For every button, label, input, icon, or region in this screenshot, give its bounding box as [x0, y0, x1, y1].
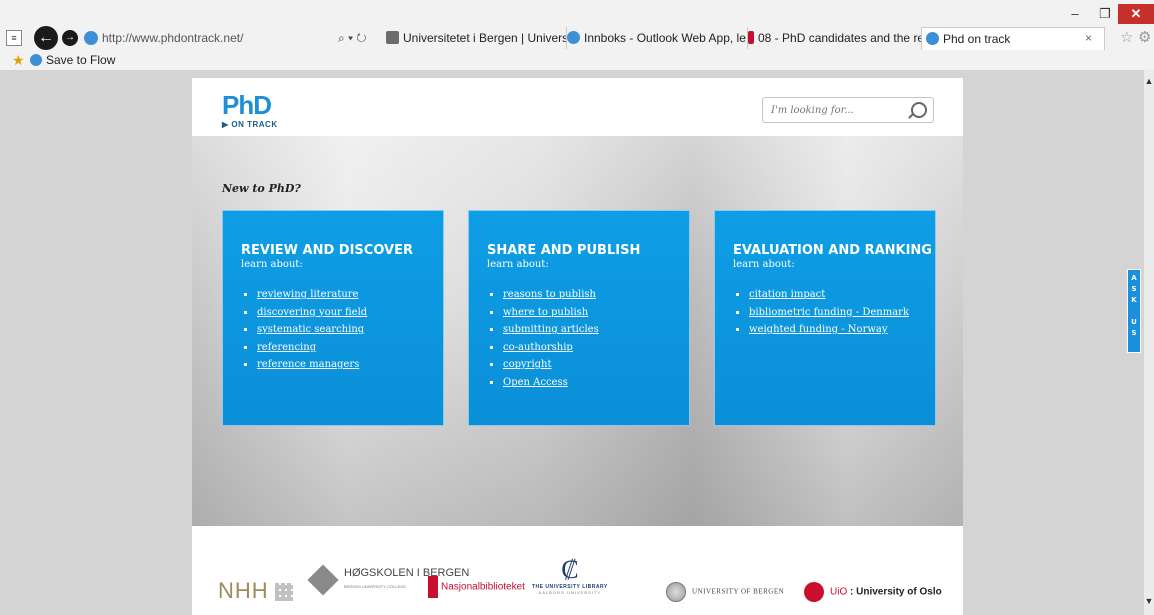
ie-favicon-icon	[926, 32, 939, 46]
nb-mark-icon	[428, 576, 438, 598]
list-item: reference managers	[241, 356, 443, 374]
list-item: copyright	[487, 356, 689, 374]
card-title: SHARE AND PUBLISH	[487, 243, 641, 258]
link-discovering-field[interactable]: discovering your field	[257, 307, 367, 318]
link-citation-impact[interactable]: citation impact	[749, 289, 825, 300]
pdf-favicon-icon	[748, 31, 754, 45]
card-link-list: reasons to publish where to publish subm…	[487, 286, 689, 391]
list-item: Open Access	[487, 374, 689, 392]
link-copyright[interactable]: copyright	[503, 359, 552, 370]
card-subtitle: learn about:	[733, 259, 795, 270]
close-window-button[interactable]: ✕	[1118, 4, 1154, 24]
forward-button[interactable]: →	[62, 30, 78, 46]
navigation-row: ≡ ← → http://www.phdontrack.net/ ⌕ ▾ ↻ U…	[0, 26, 1154, 50]
tab-uib[interactable]: Universitetet i Bergen | Universit...	[382, 27, 567, 49]
site-logo[interactable]: PhD ▶ ON TRACK	[222, 92, 278, 129]
link-submitting-articles[interactable]: submitting articles	[503, 324, 599, 335]
maximize-button[interactable]: ❐	[1093, 4, 1117, 24]
search-icon[interactable]	[911, 102, 927, 118]
scroll-down-arrow[interactable]: ▼	[1144, 596, 1154, 610]
search-input[interactable]	[771, 102, 901, 118]
list-item: discovering your field	[241, 304, 443, 322]
favorites-star-icon[interactable]: ☆	[1120, 27, 1133, 49]
back-button[interactable]: ←	[34, 26, 58, 50]
card-review-discover: REVIEW AND DISCOVER learn about: reviewi…	[222, 210, 444, 426]
address-tools[interactable]: ⌕ ▾ ↻	[338, 27, 367, 49]
tab-outlook[interactable]: Innboks - Outlook Web App, le...	[563, 27, 748, 49]
card-subtitle: learn about:	[241, 259, 303, 270]
intro-label: New to PhD?	[222, 182, 301, 195]
tab-phd-candidates[interactable]: 08 - PhD candidates and the re...	[744, 27, 925, 49]
card-title: EVALUATION AND RANKING	[733, 243, 932, 258]
add-favorite-icon[interactable]: ★	[12, 50, 25, 70]
link-open-access[interactable]: Open Access	[503, 377, 568, 388]
list-item: bibliometric funding - Denmark	[733, 304, 935, 322]
card-link-list: reviewing literature discovering your fi…	[241, 286, 443, 374]
partner-logos: NHH HØGSKOLEN I BERGEN BERGEN UNIVERSITY …	[192, 552, 963, 615]
list-item: where to publish	[487, 304, 689, 322]
card-title: REVIEW AND DISCOVER	[241, 243, 413, 258]
browser-chrome: – ❐ ✕ ≡ ← → http://www.phdontrack.net/ ⌕…	[0, 0, 1154, 70]
uio-seal-icon	[804, 582, 824, 602]
link-reasons-to-publish[interactable]: reasons to publish	[503, 289, 596, 300]
link-reviewing-literature[interactable]: reviewing literature	[257, 289, 358, 300]
link-referencing[interactable]: referencing	[257, 342, 316, 353]
logo-main-text: PhD	[222, 90, 272, 120]
settings-gear-icon[interactable]: ⚙	[1138, 27, 1151, 49]
list-item: citation impact	[733, 286, 935, 304]
tab-close-button[interactable]: ×	[1085, 27, 1092, 49]
logo-uio[interactable]: UiO : University of Oslo	[804, 582, 942, 602]
link-where-to-publish[interactable]: where to publish	[503, 307, 588, 318]
list-item: systematic searching	[241, 321, 443, 339]
favorites-bar: ★ Save to Flow	[0, 50, 1154, 70]
list-item: weighted funding - Norway	[733, 321, 935, 339]
card-link-list: citation impact bibliometric funding - D…	[733, 286, 935, 339]
logo-nasjonalbiblioteket[interactable]: Nasjonalbiblioteket	[428, 576, 525, 598]
hib-diamond-icon	[307, 564, 339, 596]
nhh-grid-icon	[274, 583, 293, 602]
link-systematic-searching[interactable]: systematic searching	[257, 324, 364, 335]
card-evaluation-ranking: EVALUATION AND RANKING learn about: cita…	[714, 210, 936, 426]
uib-favicon-icon	[386, 31, 399, 45]
list-item: referencing	[241, 339, 443, 357]
vertical-scrollbar[interactable]	[1144, 70, 1154, 615]
link-bibliometric-funding-denmark[interactable]: bibliometric funding - Denmark	[749, 307, 909, 318]
minimize-button[interactable]: –	[1063, 4, 1087, 24]
card-share-publish: SHARE AND PUBLISH learn about: reasons t…	[468, 210, 690, 426]
compat-view-icon[interactable]: ≡	[6, 30, 22, 46]
url-text: http://www.phdontrack.net/	[102, 31, 244, 45]
list-item: co-authorship	[487, 339, 689, 357]
link-co-authorship[interactable]: co-authorship	[503, 342, 573, 353]
ask-us-tab[interactable]: ASKUS	[1127, 269, 1141, 353]
scroll-up-arrow[interactable]: ▲	[1144, 76, 1154, 90]
list-item: reviewing literature	[241, 286, 443, 304]
list-item: reasons to publish	[487, 286, 689, 304]
list-item: submitting articles	[487, 321, 689, 339]
favorite-save-to-flow[interactable]: Save to Flow	[30, 50, 115, 70]
uib-seal-icon	[666, 582, 686, 602]
logo-uib[interactable]: UNIVERSITY OF BERGEN	[666, 582, 784, 602]
ie-icon	[84, 30, 98, 45]
ie-icon	[30, 53, 42, 66]
link-weighted-funding-norway[interactable]: weighted funding - Norway	[749, 324, 888, 335]
link-reference-managers[interactable]: reference managers	[257, 359, 359, 370]
logo-aalborg-library[interactable]: ₡ THE UNIVERSITY LIBRARY AALBORG UNIVERS…	[532, 556, 608, 595]
site-search	[762, 97, 934, 123]
logo-nhh[interactable]: NHH	[218, 578, 293, 604]
page-container: PhD ▶ ON TRACK New to PhD? REVIEW AND DI…	[192, 78, 963, 615]
tab-phd-on-track[interactable]: Phd on track	[921, 27, 1105, 50]
card-subtitle: learn about:	[487, 259, 549, 270]
ie-favicon-icon	[567, 31, 580, 45]
logo-sub-text: ▶ ON TRACK	[222, 120, 278, 129]
aalborg-wave-icon: ₡	[561, 555, 579, 585]
